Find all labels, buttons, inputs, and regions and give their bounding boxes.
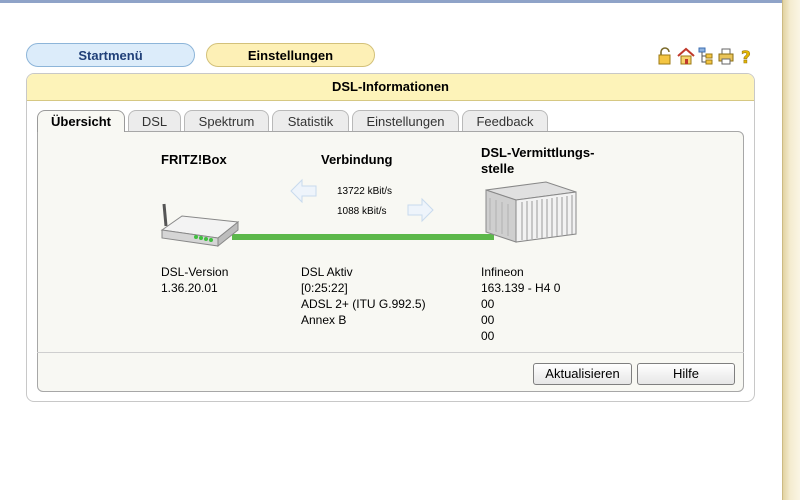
dsl-link-line: [232, 234, 494, 240]
tab-feedback[interactable]: Feedback: [462, 110, 548, 131]
downstream-arrow-icon: [407, 197, 434, 223]
connection-info-line: Annex B: [301, 313, 347, 327]
refresh-button[interactable]: Aktualisieren: [533, 363, 632, 385]
exchange-info-line: 163.139 - H4 0: [481, 281, 561, 295]
exchange-heading-line1: DSL-Vermittlungs-: [481, 145, 595, 160]
right-scroll-bar[interactable]: [782, 0, 800, 500]
exchange-info-line: 00: [481, 329, 495, 343]
exchange-info: Infineon 163.139 - H4 0 00 00 00: [481, 264, 560, 344]
tab-overview[interactable]: Übersicht: [37, 110, 125, 132]
device-info: DSL-Version 1.36.20.01: [161, 264, 228, 296]
connection-heading: Verbindung: [321, 152, 393, 167]
connection-info: DSL Aktiv [0:25:22] ADSL 2+ (ITU G.992.5…: [301, 264, 426, 328]
help-button[interactable]: Hilfe: [637, 363, 735, 385]
connection-info-line: ADSL 2+ (ITU G.992.5): [301, 297, 426, 311]
window-top-border: [0, 0, 800, 3]
tab-statistics[interactable]: Statistik: [272, 110, 349, 131]
lock-icon[interactable]: [657, 46, 675, 66]
startmenu-button[interactable]: Startmenü: [26, 43, 195, 67]
exchange-info-line: 00: [481, 297, 495, 311]
tab-dsl[interactable]: DSL: [128, 110, 181, 131]
toolbar-icons: ?: [657, 46, 755, 69]
printer-icon[interactable]: [717, 46, 735, 66]
settings-menu-button[interactable]: Einstellungen: [206, 43, 375, 67]
device-heading: FRITZ!Box: [161, 152, 227, 167]
connection-info-line: [0:25:22]: [301, 281, 348, 295]
tab-spectrum[interactable]: Spektrum: [184, 110, 269, 131]
panel-title: DSL-Informationen: [27, 74, 754, 101]
device-info-line: 1.36.20.01: [161, 281, 218, 295]
exchange-info-line: 00: [481, 313, 495, 327]
fritzbox-router-icon: [160, 203, 240, 248]
upstream-rate: 13722 kBit/s: [337, 186, 393, 197]
upstream-arrow-icon: [290, 178, 317, 204]
device-info-line: DSL-Version: [161, 265, 229, 279]
sitemap-icon[interactable]: [697, 46, 715, 66]
home-icon[interactable]: [677, 46, 695, 66]
exchange-heading-line2: stelle: [481, 161, 515, 176]
connection-info-line: DSL Aktiv: [301, 265, 353, 279]
help-icon[interactable]: ?: [737, 46, 755, 69]
exchange-rack-icon: [485, 181, 577, 243]
downstream-rate: 1088 kBit/s: [337, 206, 387, 217]
exchange-info-line: Infineon: [481, 265, 524, 279]
tab-settings[interactable]: Einstellungen: [352, 110, 459, 131]
content-divider: [37, 352, 744, 353]
svg-text:?: ?: [741, 48, 751, 66]
